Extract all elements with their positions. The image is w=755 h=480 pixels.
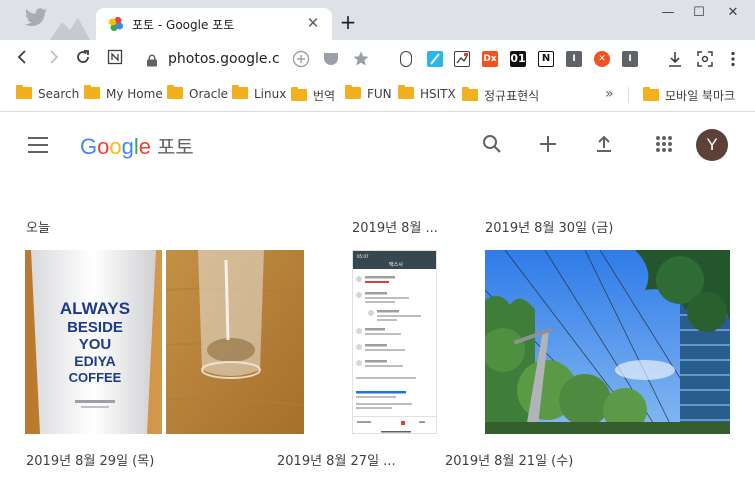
phone-header-title: 택스시 [389,261,403,268]
photo-glass-cup[interactable] [166,250,304,434]
reload-icon[interactable] [73,49,93,69]
account-avatar[interactable]: Y [696,129,728,161]
pocket-icon[interactable] [322,50,340,68]
section-title-today: 오늘 [26,221,50,236]
bookmark-star-icon[interactable] [352,50,370,68]
01-extension-icon[interactable]: 01 [510,51,526,67]
folder-icon [291,87,307,101]
cup-text-beside: BESIDE [67,319,123,336]
phone-status-time: 05:07 [357,254,369,259]
cup-text-coffee: COFFEE [69,370,122,385]
section-title-aug-21: 2019년 8월 21일 (수) [445,454,574,469]
picture-extension-icon[interactable] [454,51,470,67]
window-close-button[interactable]: ✕ [721,4,745,22]
notion-page-icon[interactable] [105,49,125,69]
bookmark-hsitx[interactable]: HSITX [398,85,456,105]
browser-tab-strip: 포토 - Google 포토 ✕ + — ☐ ✕ [0,0,755,40]
i2-extension-icon[interactable]: I [622,51,638,67]
photos-app-header: Google 포토 Y [0,113,755,177]
url-text: photos.google.com [168,51,280,67]
google-photos-logo[interactable]: Google 포토 [80,131,194,160]
tab-google-photos[interactable]: 포토 - Google 포토 ✕ [96,8,332,40]
window-minimize-button[interactable]: — [656,4,680,22]
bookmark-regex[interactable]: 정규표현식 [462,87,539,105]
feather-extension-icon[interactable] [427,51,443,67]
window-maximize-button[interactable]: ☐ [687,4,711,22]
section-title-aug-30: 2019년 8월 30일 (금) [485,221,614,236]
browser-toolbar: photos.google.com Dx 01 N I ✕ I [0,40,755,78]
create-plus-icon[interactable] [536,133,560,157]
folder-icon [643,87,659,101]
folder-icon [398,85,414,99]
bookmarks-bar: Search My Home Oracle Linux 번역 FUN HSITX… [0,78,755,112]
x-extension-icon[interactable]: ✕ [594,51,610,67]
screenshot-icon[interactable] [696,50,714,68]
section-title-aug-29: 2019년 8월 29일 (목) [26,454,155,469]
folder-icon [16,85,32,99]
apps-grid-icon[interactable] [652,133,676,157]
add-circle-icon[interactable] [292,50,310,68]
tab-title: 포토 - Google 포토 [132,18,235,32]
folder-icon [232,85,248,99]
photo-coffee-cup[interactable]: ALWAYS BESIDE YOU EDIYA COFFEE [25,250,162,434]
folder-icon [84,85,100,99]
twitter-bird-icon [24,8,50,32]
upload-icon[interactable] [592,133,616,157]
google-photos-favicon-icon [108,16,124,32]
folder-icon [462,87,478,101]
download-icon[interactable] [666,50,684,68]
i-extension-icon[interactable]: I [566,51,582,67]
section-title-aug-27: 2019년 8월 27일 ... [277,454,396,469]
new-tab-button[interactable]: + [338,12,358,34]
bookmark-oracle[interactable]: Oracle [167,85,228,105]
photo-phone-screenshot[interactable]: 05:07 택스시 [352,250,437,434]
mouse-extension-icon[interactable] [400,51,412,67]
search-icon[interactable] [480,133,504,157]
section-title-aug-31: 2019년 8월 ... [352,221,438,236]
bookmark-linux[interactable]: Linux [232,85,286,105]
cup-text-ediya: EDIYA [74,353,116,369]
notion-extension-icon[interactable]: N [538,51,554,67]
bookmarks-overflow-chevron-icon[interactable]: » [605,86,614,102]
folder-icon [345,85,361,99]
cup-text-you: YOU [79,336,112,353]
address-bar[interactable]: photos.google.com [142,45,382,73]
lock-icon [146,52,158,67]
mountain-decoration-icon [50,12,90,40]
bookmark-my-home[interactable]: My Home [84,85,163,105]
back-arrow-icon[interactable] [13,49,33,69]
dx-extension-icon[interactable]: Dx [482,51,498,67]
bookmark-search[interactable]: Search [16,85,79,105]
bookmarks-divider [628,87,629,103]
bookmark-mobile[interactable]: 모바일 북마크 [643,87,735,105]
main-menu-icon[interactable] [28,137,48,153]
bookmark-fun[interactable]: FUN [345,85,392,105]
browser-menu-icon[interactable] [724,50,742,68]
tab-close-icon[interactable]: ✕ [304,14,322,32]
photo-sky-trees[interactable] [485,250,730,434]
forward-arrow-icon[interactable] [43,49,63,69]
cup-text-always: ALWAYS [60,299,130,318]
folder-icon [167,85,183,99]
bookmark-translate[interactable]: 번역 [291,87,335,105]
product-name: 포토 [157,137,194,159]
